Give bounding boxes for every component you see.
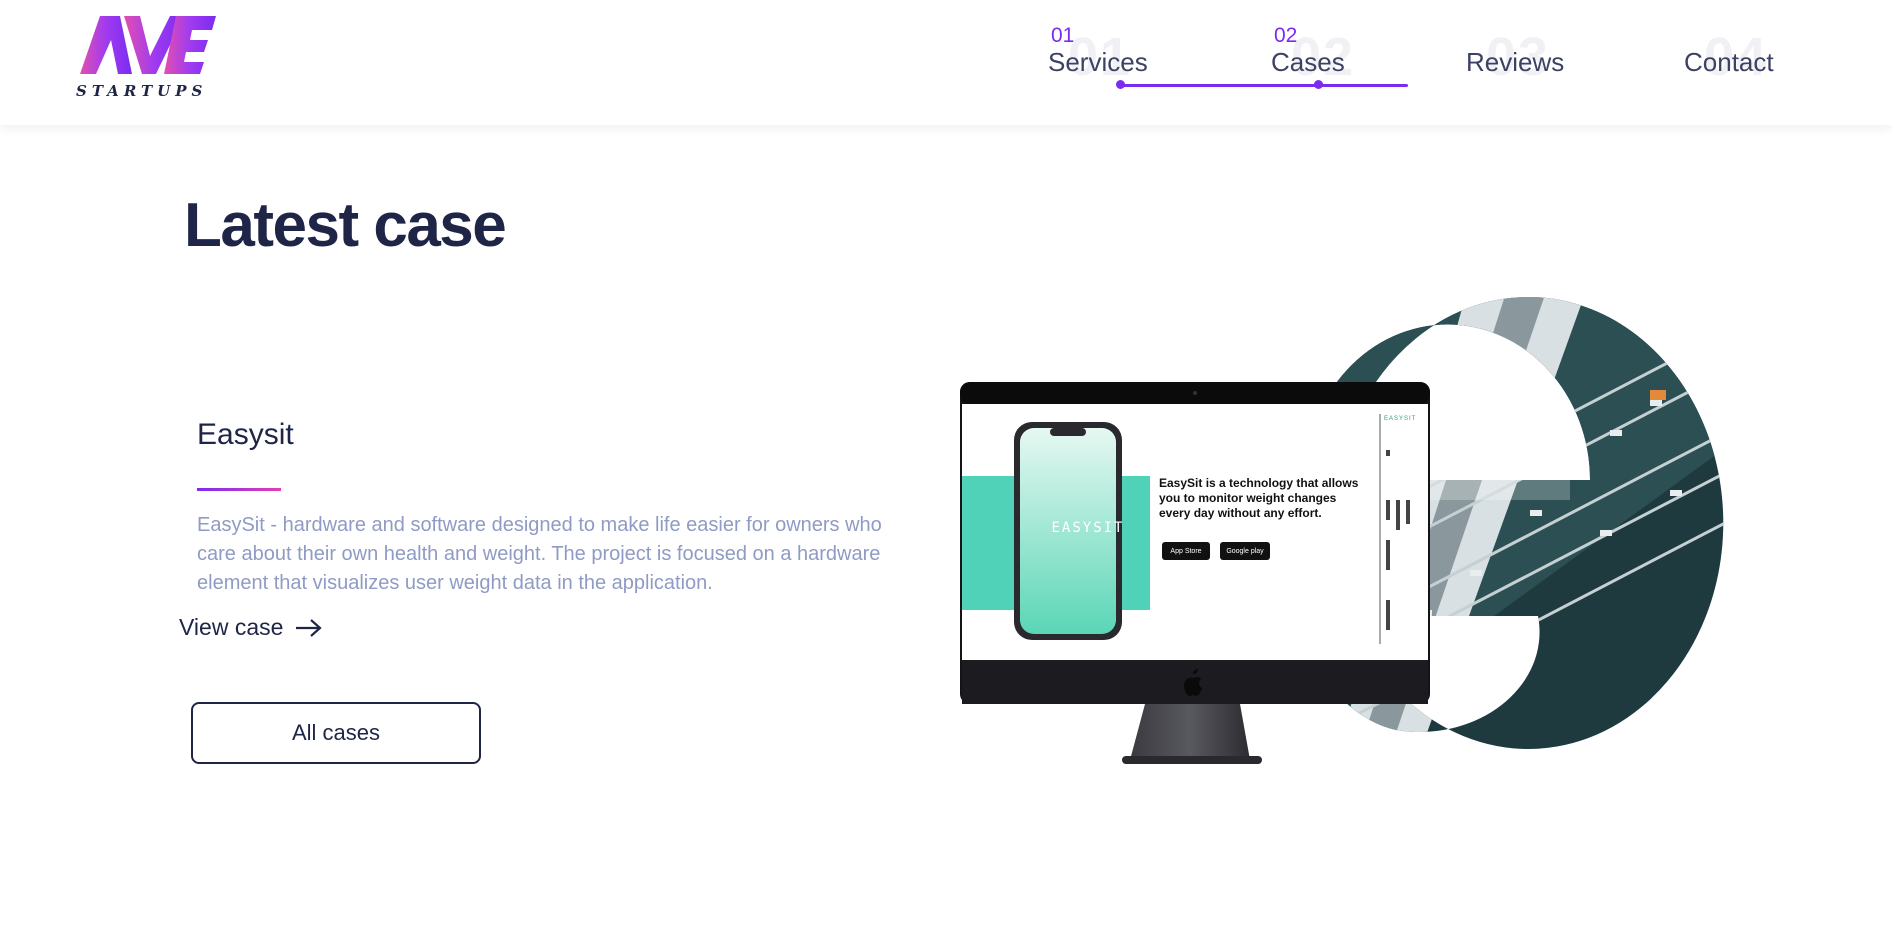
- case-name: Easysit: [197, 418, 294, 451]
- app-store-label: App Store: [1170, 547, 1202, 555]
- nav-label: Reviews: [1466, 47, 1565, 77]
- logo-mark-icon: [80, 16, 216, 74]
- case-mockup: EASYSIT EasySit is a technology that all…: [950, 280, 1750, 780]
- arrow-right-icon: [296, 618, 323, 637]
- app-store-badge: App Store: [1162, 542, 1210, 560]
- section-title: Latest case: [184, 191, 507, 260]
- view-case-link[interactable]: View case: [179, 614, 323, 641]
- case-description: EasySit - hardware and software designed…: [197, 514, 882, 594]
- logo-subtext: STARTUPS: [76, 82, 208, 100]
- all-cases-button[interactable]: All cases: [191, 702, 481, 764]
- case-divider: [197, 488, 281, 491]
- nav-label: Contact: [1684, 47, 1774, 77]
- nav-number: 02: [1274, 24, 1298, 47]
- site-header: STARTUPS 01 01 Services 02 02 Cases 03 R…: [0, 0, 1892, 125]
- google-play-badge: Google play: [1220, 542, 1270, 560]
- logo[interactable]: STARTUPS: [76, 14, 226, 104]
- view-case-label: View case: [179, 614, 284, 640]
- google-play-label: Google play: [1226, 547, 1264, 555]
- screen-mini-brand: EASYSIT: [1384, 416, 1417, 422]
- nav-progress-dot: [1116, 80, 1125, 89]
- nav-label: Services: [1048, 47, 1148, 77]
- screen-tagline: EasySit is a technology that allows you …: [1159, 476, 1359, 520]
- nav-progress-line: [1118, 84, 1408, 87]
- nav-number: 01: [1051, 24, 1075, 47]
- phone-brand-text: EASYSIT: [1051, 520, 1125, 536]
- nav-label: Cases: [1271, 47, 1345, 77]
- nav-progress-dot: [1314, 80, 1323, 89]
